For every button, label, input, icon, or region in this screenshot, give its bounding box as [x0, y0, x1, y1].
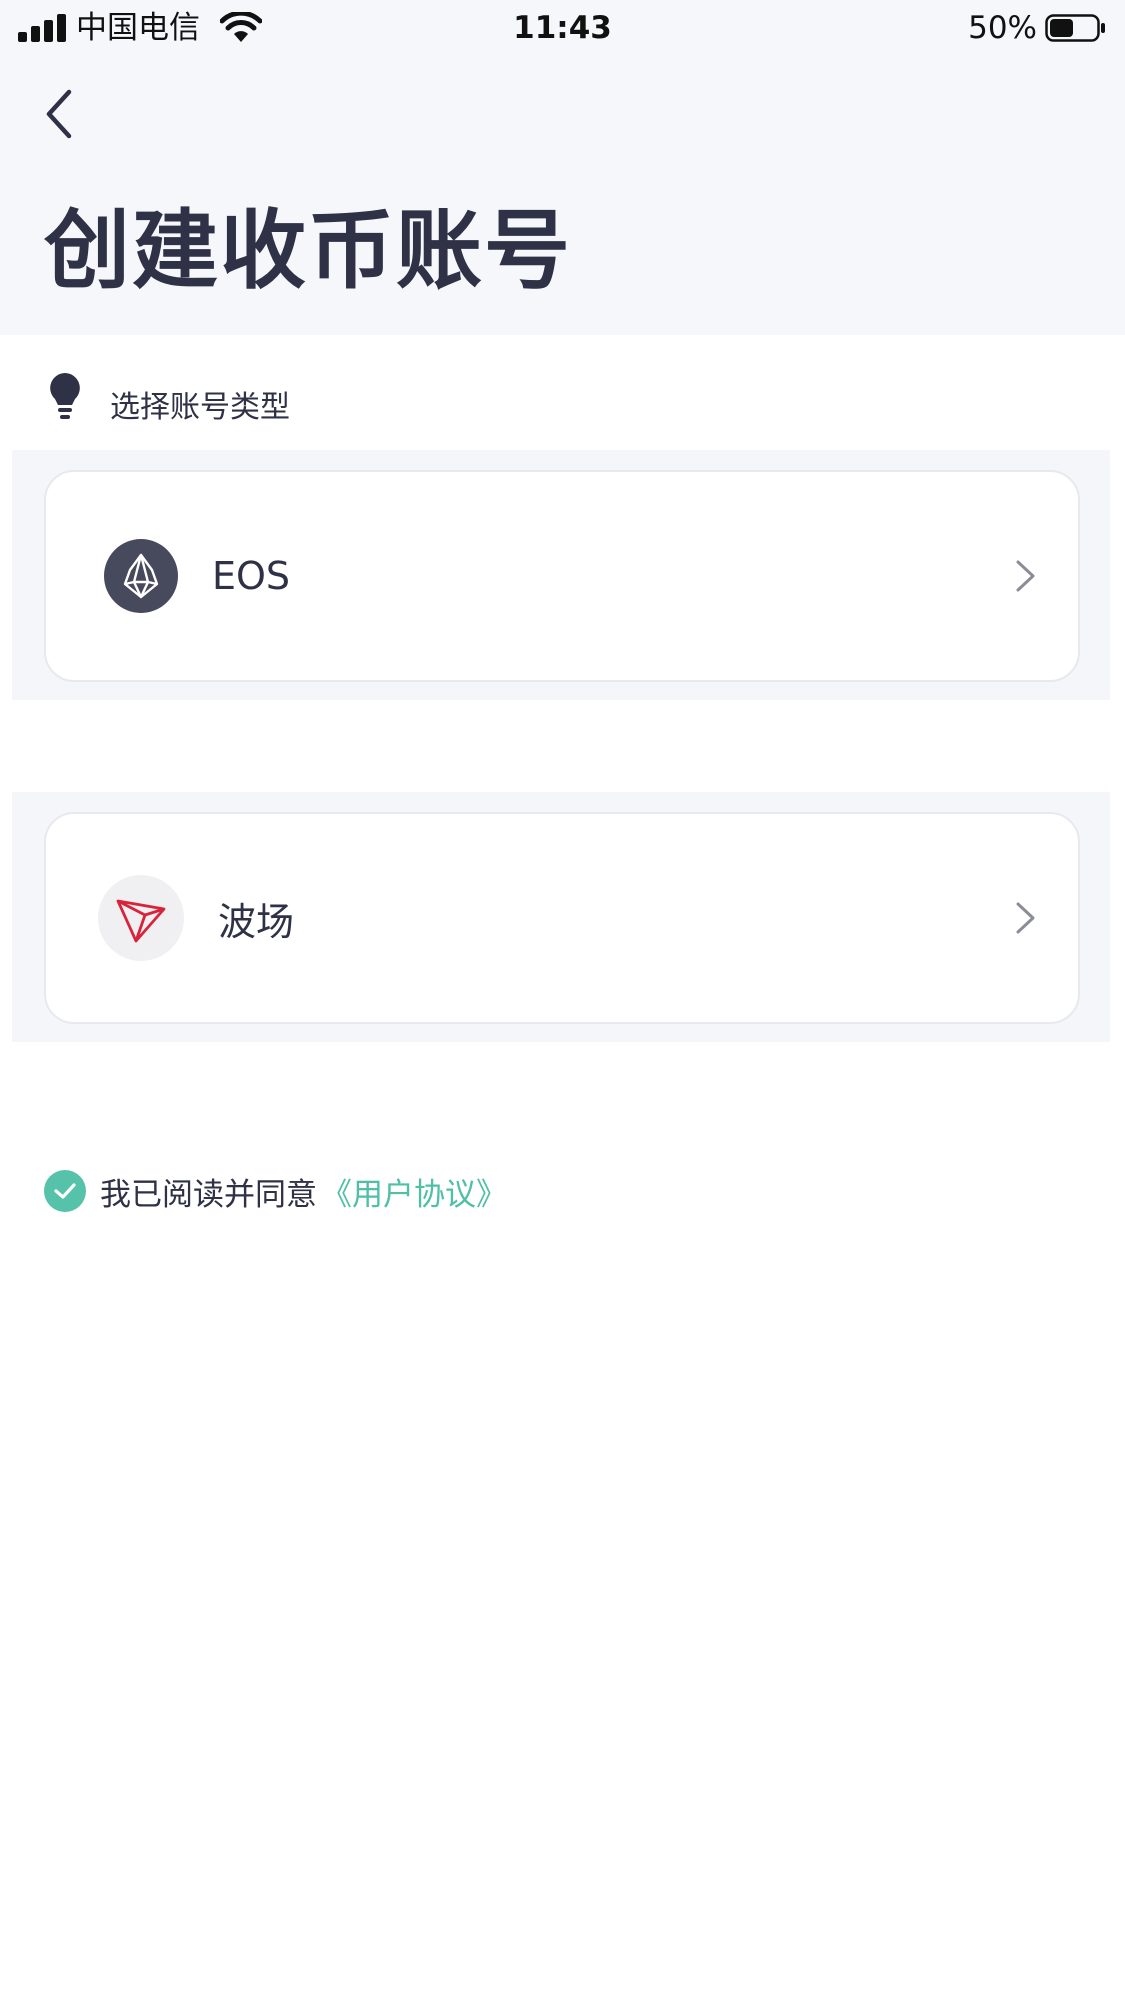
back-button[interactable] — [30, 82, 86, 146]
chevron-right-icon — [1016, 902, 1035, 934]
section-hint: 选择账号类型 — [48, 368, 290, 425]
account-type-name: 波场 — [218, 899, 295, 944]
account-type-tron-wrapper: 波场 — [12, 792, 1110, 1042]
account-type-eos-wrapper: EOS — [12, 450, 1110, 700]
account-type-eos[interactable]: EOS — [44, 470, 1080, 682]
page-title: 创建收币账号 — [44, 201, 572, 301]
account-type-tron[interactable]: 波场 — [44, 812, 1080, 1024]
user-agreement-link[interactable]: 《用户协议》 — [321, 1169, 507, 1214]
agreement-row: 我已阅读并同意 《用户协议》 — [44, 1166, 507, 1216]
status-time: 11:43 — [513, 10, 612, 46]
status-bar: 中国电信 11:43 50% — [0, 0, 1125, 56]
tron-icon — [98, 875, 184, 961]
chevron-right-icon — [1016, 560, 1035, 592]
eos-icon — [104, 539, 178, 613]
back-arrow-icon — [46, 89, 72, 139]
battery-icon — [1045, 14, 1105, 42]
checkmark-icon — [54, 1183, 76, 1199]
section-hint-label: 选择账号类型 — [110, 390, 290, 425]
lightbulb-icon — [50, 373, 80, 419]
agreement-text: 我已阅读并同意 — [100, 1176, 317, 1213]
battery-percent: 50% — [968, 10, 1037, 46]
agreement-checkbox[interactable] — [44, 1170, 86, 1212]
account-type-name: EOS — [212, 554, 291, 598]
